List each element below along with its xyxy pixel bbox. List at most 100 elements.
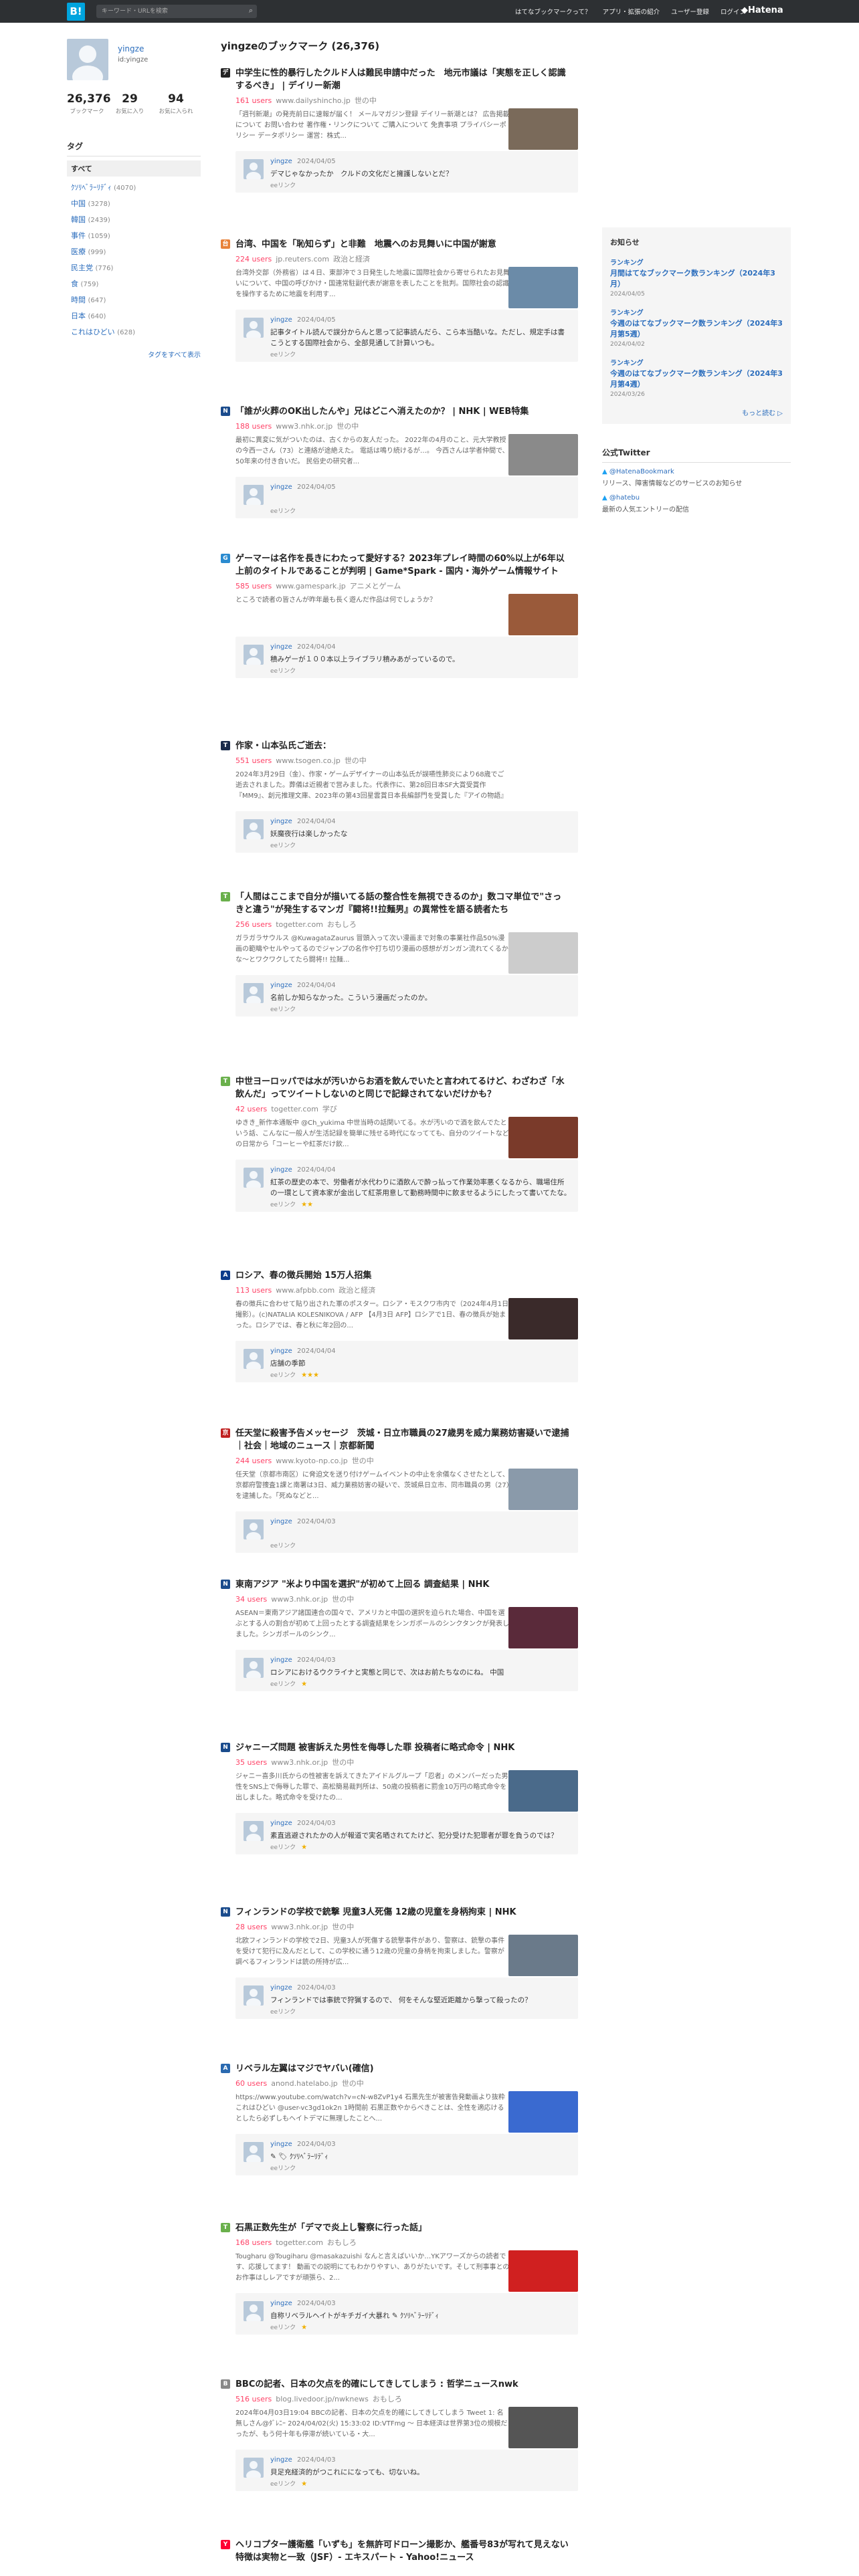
commenter-name[interactable]: yingze [270,1348,292,1355]
entry-title[interactable]: ロシア、春の徴兵開始 15万人招集 [235,1269,570,1282]
entry-category[interactable]: 世の中 [355,96,377,105]
stat-favorited[interactable]: 94 お気に入られ [154,92,198,115]
entry-category[interactable]: おもしろ [327,920,357,929]
commenter-name[interactable]: yingze [270,1656,292,1664]
entry-thumbnail[interactable] [508,1117,578,1158]
tag-item[interactable]: 食 (759) [67,276,201,292]
star-icon[interactable]: ★ [301,2324,307,2331]
commenter-name[interactable]: yingze [270,818,292,825]
permalink[interactable]: eeリンク [270,1202,296,1208]
entry-thumbnail[interactable] [508,932,578,974]
entry-thumbnail[interactable] [508,267,578,308]
entry-thumbnail[interactable] [508,594,578,635]
commenter-avatar[interactable] [244,2458,264,2478]
entry-title[interactable]: ゲーマーは名作を長きにわたって愛好する？2023年プレイ時間の60%以上が6年以… [235,552,570,578]
commenter-avatar[interactable] [244,318,264,338]
entry-domain[interactable]: www.kyoto-np.co.jp [276,1457,347,1465]
commenter-avatar[interactable] [244,983,264,1003]
entry-title[interactable]: BBCの記者、日本の欠点を的確にしてきしてしまう : 哲学ニュースnwk [235,2378,570,2391]
commenter-name[interactable]: yingze [270,158,292,165]
entry-domain[interactable]: jp.reuters.com [276,255,329,263]
entry-domain[interactable]: www.gamespark.jp [276,582,346,591]
entry-title[interactable]: 「人間はここまで自分が描いてる話の整合性を無視できるのか」数コマ単位で"さっきと… [235,891,570,916]
notice-item[interactable]: ランキング 月間はてなブックマーク数ランキング（2024年3月） 2024/04/0… [610,257,783,298]
notice-item[interactable]: ランキング 今週のはてなブックマーク数ランキング（2024年3月第4週） 2024/… [610,357,783,398]
commenter-avatar[interactable] [244,159,264,179]
users-count[interactable]: 244 users [235,1457,272,1465]
entry-category[interactable]: おもしろ [327,2238,357,2247]
users-count[interactable]: 168 users [235,2238,272,2247]
commenter-name[interactable]: yingze [270,1820,292,1827]
tag-item[interactable]: 時間 (647) [67,292,201,308]
twitter-account-link[interactable]: ▲ @hatebu [602,494,791,502]
entry-thumbnail[interactable] [508,1298,578,1339]
notice-item[interactable]: ランキング 今週のはてなブックマーク数ランキング（2024年3月第5週） 2024/… [610,307,783,348]
entry-title[interactable]: 「誰が火葬のOK出したんや」兄はどこへ消えたのか？ | NHK | WEB特集 [235,405,570,418]
permalink[interactable]: eeリンク [270,1844,296,1851]
users-count[interactable]: 551 users [235,756,272,765]
entry-title[interactable]: 中世ヨーロッパでは水が汚いからお酒を飲んでいたと言われてるけど、わざわざ「水飲ん… [235,1075,570,1101]
permalink[interactable]: eeリンク [270,2481,296,2488]
entry-title[interactable]: ヘリコプター護衛艦「いずも」を無許可ドローン撮影か、艦番号83が写れて見えない特… [235,2539,570,2564]
entry-domain[interactable]: www3.nhk.or.jp [271,1923,328,1931]
tag-all[interactable]: すべて [67,160,201,177]
entry-title[interactable]: 東南アジア "米より中国を選択"が初めて上回る 調査結果 | NHK [235,1578,570,1591]
tag-item[interactable]: 民主党 (776) [67,259,201,276]
entry-category[interactable]: 政治と経済 [333,255,370,263]
permalink[interactable]: eeリンク [270,1543,296,1549]
hatena-bookmark-logo[interactable]: B! [67,3,85,21]
entry-domain[interactable]: togetter.com [276,2238,323,2247]
permalink[interactable]: eeリンク [270,183,296,189]
permalink[interactable]: eeリンク [270,843,296,849]
commenter-name[interactable]: yingze [270,2141,292,2148]
commenter-avatar[interactable] [244,1821,264,1841]
permalink[interactable]: eeリンク [270,352,296,358]
profile-name[interactable]: yingze [118,44,144,53]
entry-thumbnail[interactable] [508,2250,578,2292]
commenter-name[interactable]: yingze [270,484,292,491]
commenter-avatar[interactable] [244,2301,264,2321]
commenter-avatar[interactable] [244,1658,264,1678]
commenter-avatar[interactable] [244,819,264,839]
entry-thumbnail[interactable] [508,1770,578,1812]
entry-domain[interactable]: anond.hatelabo.jp [271,2079,338,2088]
star-icon[interactable]: ★★ [301,1201,313,1208]
nav-apps[interactable]: アプリ・拡張の紹介 [603,9,660,16]
entry-domain[interactable]: www3.nhk.or.jp [276,422,332,431]
entry-title[interactable]: 台湾、中国を「恥知らず」と非難 地震へのお見舞いに中国が謝意 [235,238,570,251]
entry-category[interactable]: 世の中 [345,756,367,765]
users-count[interactable]: 28 users [235,1923,267,1931]
entry-category[interactable]: おもしろ [373,2395,402,2403]
entry-thumbnail[interactable] [508,434,578,475]
commenter-name[interactable]: yingze [270,1166,292,1174]
hatena-brand[interactable]: ◆Hatena [741,5,783,15]
tag-item[interactable]: 日本 (640) [67,308,201,324]
commenter-avatar[interactable] [244,1985,264,2006]
entry-thumbnail[interactable] [508,2091,578,2133]
entry-domain[interactable]: www.afpbb.com [276,1286,335,1295]
entry-domain[interactable]: togetter.com [276,920,323,929]
users-count[interactable]: 42 users [235,1105,267,1113]
permalink[interactable]: eeリンク [270,668,296,675]
entry-title[interactable]: リベラル左翼はマジでヤバい(確信) [235,2062,570,2075]
users-count[interactable]: 34 users [235,1595,267,1604]
entry-title[interactable]: 任天堂に殺害予告メッセージ 茨城・日立市職員の27歳男を威力業務妨害疑いで逮捕｜… [235,1427,570,1453]
commenter-avatar[interactable] [244,1349,264,1369]
entry-title[interactable]: 作家・山本弘氏ご逝去： [235,740,570,752]
tag-item[interactable]: 医療 (999) [67,243,201,259]
entry-category[interactable]: 世の中 [332,1595,354,1604]
entry-category[interactable]: アニメとゲーム [350,582,401,591]
entry-title[interactable]: ジャニーズ問題 被害訴えた男性を侮辱した罪 投稿者に略式命令 | NHK [235,1741,570,1754]
commenter-avatar[interactable] [244,1168,264,1188]
star-icon[interactable]: ★ [301,2480,307,2488]
tag-item[interactable]: 韓国 (2439) [67,211,201,227]
entry-category[interactable]: 世の中 [337,422,359,431]
entry-domain[interactable]: blog.livedoor.jp/nwknews [276,2395,369,2403]
permalink[interactable]: eeリンク [270,1372,296,1379]
tag-item[interactable]: これはひどい (628) [67,324,201,340]
users-count[interactable]: 113 users [235,1286,272,1295]
entry-domain[interactable]: www.tsogen.co.jp [276,756,341,765]
users-count[interactable]: 188 users [235,422,272,431]
users-count[interactable]: 224 users [235,255,272,263]
stat-bookmarks[interactable]: 26,376 ブックマーク [67,92,111,115]
